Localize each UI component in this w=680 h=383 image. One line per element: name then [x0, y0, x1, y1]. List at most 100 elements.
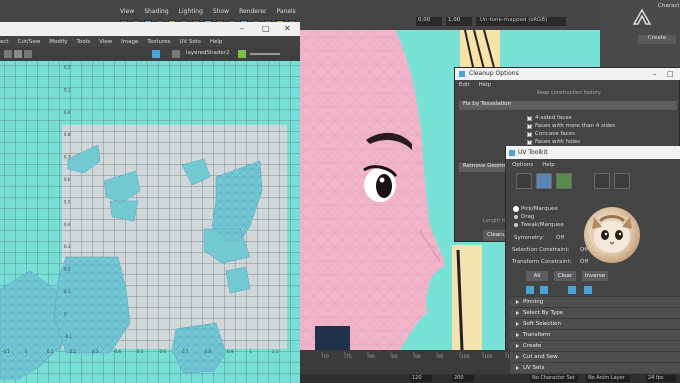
menu-panels[interactable]: Panels — [276, 8, 295, 18]
shrink-icon[interactable] — [526, 286, 534, 294]
checkbox[interactable] — [527, 114, 532, 121]
checker-icon[interactable] — [14, 50, 22, 58]
section-transform[interactable]: Transform — [510, 329, 680, 340]
check-more-4-sides[interactable]: Faces with more than 4 sides — [527, 122, 616, 129]
character-label: Charact — [658, 3, 680, 9]
character-set-select[interactable]: No Character Set — [530, 375, 578, 382]
loop-icon[interactable] — [584, 286, 592, 294]
menu-help[interactable]: Help — [542, 162, 555, 168]
checkbox[interactable] — [527, 130, 532, 137]
construction-history-label: Keep construction history — [537, 90, 601, 96]
menu-options[interactable]: Options — [512, 162, 533, 168]
face-select-icon[interactable] — [614, 173, 630, 189]
symmetry-label: Symmetry: — [514, 235, 544, 241]
shader-icon[interactable] — [172, 50, 180, 58]
texture-display-icon[interactable] — [152, 50, 160, 58]
mode-drag[interactable]: Drag — [514, 214, 534, 220]
menu-view[interactable]: View — [120, 8, 134, 18]
close-button[interactable]: ✕ — [284, 24, 291, 33]
uv-toolkit-menu: Options Help — [506, 160, 680, 170]
exposure-field[interactable]: 0.00 — [416, 17, 442, 26]
menu-lighting[interactable]: Lighting — [179, 8, 203, 18]
section-soft-selection[interactable]: Soft Selection — [510, 318, 680, 329]
u-tick-label: 0.2 — [70, 349, 77, 354]
image-toggle-icon[interactable] — [24, 50, 32, 58]
gamma-field[interactable]: 1.00 — [446, 17, 472, 26]
mode-pick-marquee[interactable]: Pick/Marquee — [514, 206, 558, 212]
fix-by-tesselation-header[interactable]: Fix by Tesselation — [459, 101, 677, 110]
range-end-field[interactable]: 200 — [452, 375, 474, 382]
menu-uv-view[interactable]: View — [99, 39, 112, 45]
section-uv-sets[interactable]: UV Sets — [510, 362, 680, 373]
check-holes[interactable]: Faces with holes — [527, 138, 580, 145]
radio-button[interactable] — [514, 215, 518, 219]
fps-select[interactable]: 24 fps — [646, 375, 676, 382]
maximize-button[interactable]: □ — [262, 24, 270, 33]
menu-help[interactable]: Help — [479, 82, 492, 88]
menu-uv-sets[interactable]: UV Sets — [179, 39, 200, 45]
radio-label: Drag — [521, 214, 535, 220]
select-all-button[interactable]: All — [526, 271, 548, 281]
checkbox[interactable] — [527, 122, 532, 129]
checkbox[interactable] — [527, 138, 532, 145]
section-pinning[interactable]: Pinning — [510, 296, 680, 307]
section-create[interactable]: Create — [510, 340, 680, 351]
uv-select-icon[interactable] — [536, 173, 552, 189]
minimize-button[interactable]: – — [240, 24, 244, 33]
menu-show[interactable]: Show — [213, 8, 229, 18]
radio-button[interactable] — [514, 207, 518, 211]
symmetry-value[interactable]: Off — [556, 235, 564, 241]
menu-select[interactable]: ect — [0, 39, 9, 45]
edge-select-icon[interactable] — [594, 173, 610, 189]
section-select-by-type[interactable]: Select By Type — [510, 307, 680, 318]
menu-textures[interactable]: Textures — [147, 39, 170, 45]
menu-tools[interactable]: Tools — [77, 39, 91, 45]
uv-toolkit-panel: UV Toolkit Options Help Pick/Marquee Dra… — [505, 146, 680, 383]
section-cut-and-sew[interactable]: Cut and Sew — [510, 351, 680, 362]
transform-constraint-value[interactable]: Off — [580, 259, 588, 265]
color-space-select[interactable]: Un-tone-mapped (sRGB) — [476, 17, 566, 26]
menu-image[interactable]: Image — [121, 39, 138, 45]
menu-modify[interactable]: Modify — [49, 39, 67, 45]
menu-help[interactable]: Help — [210, 39, 223, 45]
shader-name[interactable]: layeredShader2 — [186, 50, 230, 56]
check-concave[interactable]: Concave faces — [527, 130, 575, 137]
expand-arrow-icon — [516, 311, 519, 315]
timeline[interactable]: 70 75 80 85 90 95 100 105 110 — [300, 350, 516, 374]
menu-cut-sew[interactable]: Cut/Sew — [18, 39, 41, 45]
menu-shading[interactable]: Shading — [144, 8, 168, 18]
mode-tweak-marquee[interactable]: Tweak/Marquee — [514, 222, 564, 228]
radio-label: Pick/Marquee — [521, 206, 558, 212]
grow-icon[interactable] — [540, 286, 548, 294]
check-4-sided[interactable]: 4-sided faces — [527, 114, 572, 121]
maya-workspace: View Shading Lighting Show Renderer Pane… — [0, 0, 680, 383]
check-label: Faces with more than 4 sides — [535, 123, 616, 129]
exposure-slider[interactable] — [250, 53, 280, 55]
create-dropdown[interactable]: Create — [638, 35, 676, 44]
anim-layer-select[interactable]: No Anim Layer — [586, 375, 630, 382]
v-tick-label: 0.7 — [64, 155, 71, 160]
maya-icon — [459, 71, 465, 77]
u-tick-label: 0.3 — [92, 349, 99, 354]
cat-face-icon — [592, 215, 632, 253]
v-tick-label: 0.4 — [64, 222, 71, 227]
menu-renderer[interactable]: Renderer — [239, 8, 266, 18]
range-start-field[interactable]: 120 — [410, 375, 432, 382]
uv-grid-canvas[interactable]: 0.2 0.1 0.9 0.8 0.7 0.6 0.5 0.4 0.3 0.2 0.1 0 -0.1 -… — [0, 61, 300, 383]
inverse-button[interactable]: Inverse — [582, 271, 608, 281]
grid-toggle-icon[interactable] — [4, 50, 12, 58]
uv-shell-icon[interactable] — [556, 173, 572, 189]
section-label: Pinning — [523, 299, 544, 305]
maximize-button[interactable]: □ — [667, 70, 674, 78]
cleanup-title: Cleanup Options — [455, 68, 680, 80]
u-tick-label: 0.8 — [205, 349, 212, 354]
minimize-button[interactable]: – — [653, 70, 657, 78]
uv-editor-titlebar: – □ ✕ — [0, 22, 300, 36]
menu-edit[interactable]: Edit — [459, 82, 470, 88]
border-icon[interactable] — [568, 286, 576, 294]
object-select-icon[interactable] — [516, 173, 532, 189]
clear-button[interactable]: Clear — [554, 271, 576, 281]
radio-button[interactable] — [514, 223, 518, 227]
exposure-icon[interactable] — [238, 50, 246, 58]
u-tick-label: 0.9 — [227, 349, 234, 354]
